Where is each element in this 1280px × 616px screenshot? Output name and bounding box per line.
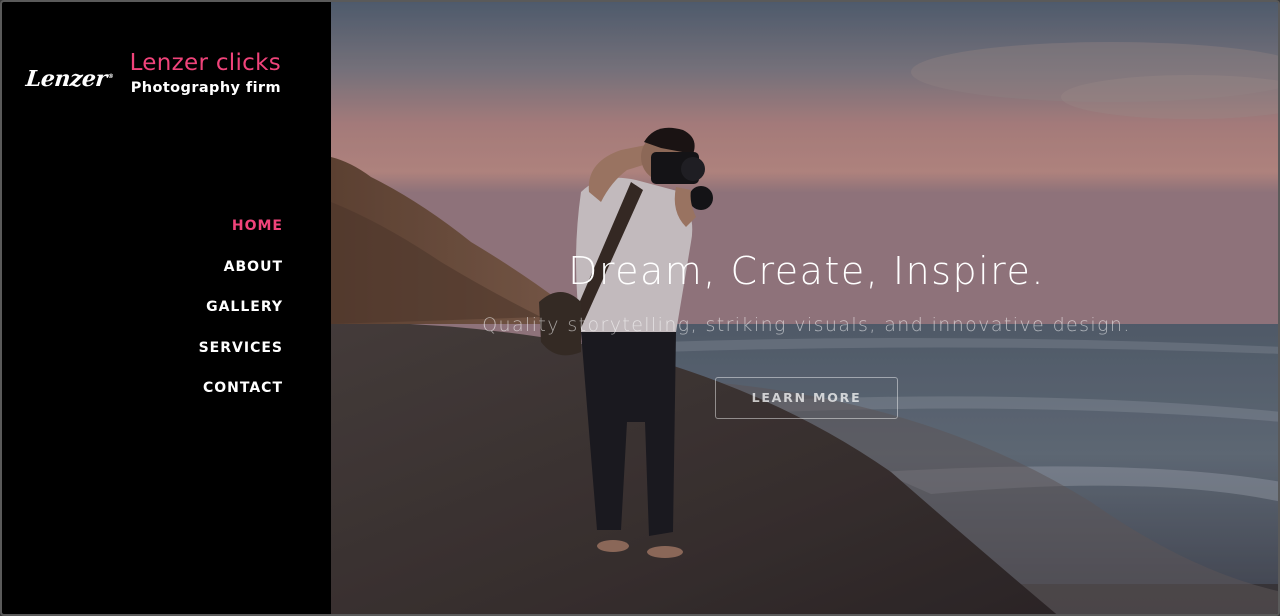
brand-name: Lenzer clicks [129, 50, 281, 76]
nav-item-home: HOME [199, 214, 283, 255]
hero-subtitle: Quality storytelling, striking visuals, … [482, 314, 1131, 336]
brand-block: Lenzer clicks Photography firm [130, 48, 281, 96]
sidebar: Lenzer® Lenzer clicks Photography firm H… [4, 2, 331, 614]
hero-title: Dream, Create, Inspire. [568, 249, 1045, 294]
logo-registered-mark: ® [107, 72, 114, 80]
logo-text: Lenzer [24, 66, 108, 92]
nav-link-gallery[interactable]: GALLERY [206, 299, 283, 315]
nav-link-about[interactable]: ABOUT [224, 259, 283, 275]
nav-item-contact: CONTACT [199, 376, 283, 417]
brand-tagline: Photography firm [130, 80, 281, 96]
nav-item-gallery: GALLERY [199, 295, 283, 336]
nav-link-home[interactable]: HOME [232, 218, 283, 234]
nav-link-services[interactable]: SERVICES [199, 340, 283, 356]
nav-link-contact[interactable]: CONTACT [203, 380, 283, 396]
logo[interactable]: Lenzer® [25, 66, 115, 92]
hero-overlay [331, 2, 1278, 614]
main-nav: HOME ABOUT GALLERY SERVICES CONTACT [199, 214, 283, 417]
page-frame: Lenzer® Lenzer clicks Photography firm H… [0, 0, 1280, 616]
learn-more-button[interactable]: LEARN MORE [715, 377, 898, 419]
hero-section: Dream, Create, Inspire. Quality storytel… [331, 2, 1278, 614]
nav-item-services: SERVICES [199, 336, 283, 377]
nav-item-about: ABOUT [199, 255, 283, 296]
